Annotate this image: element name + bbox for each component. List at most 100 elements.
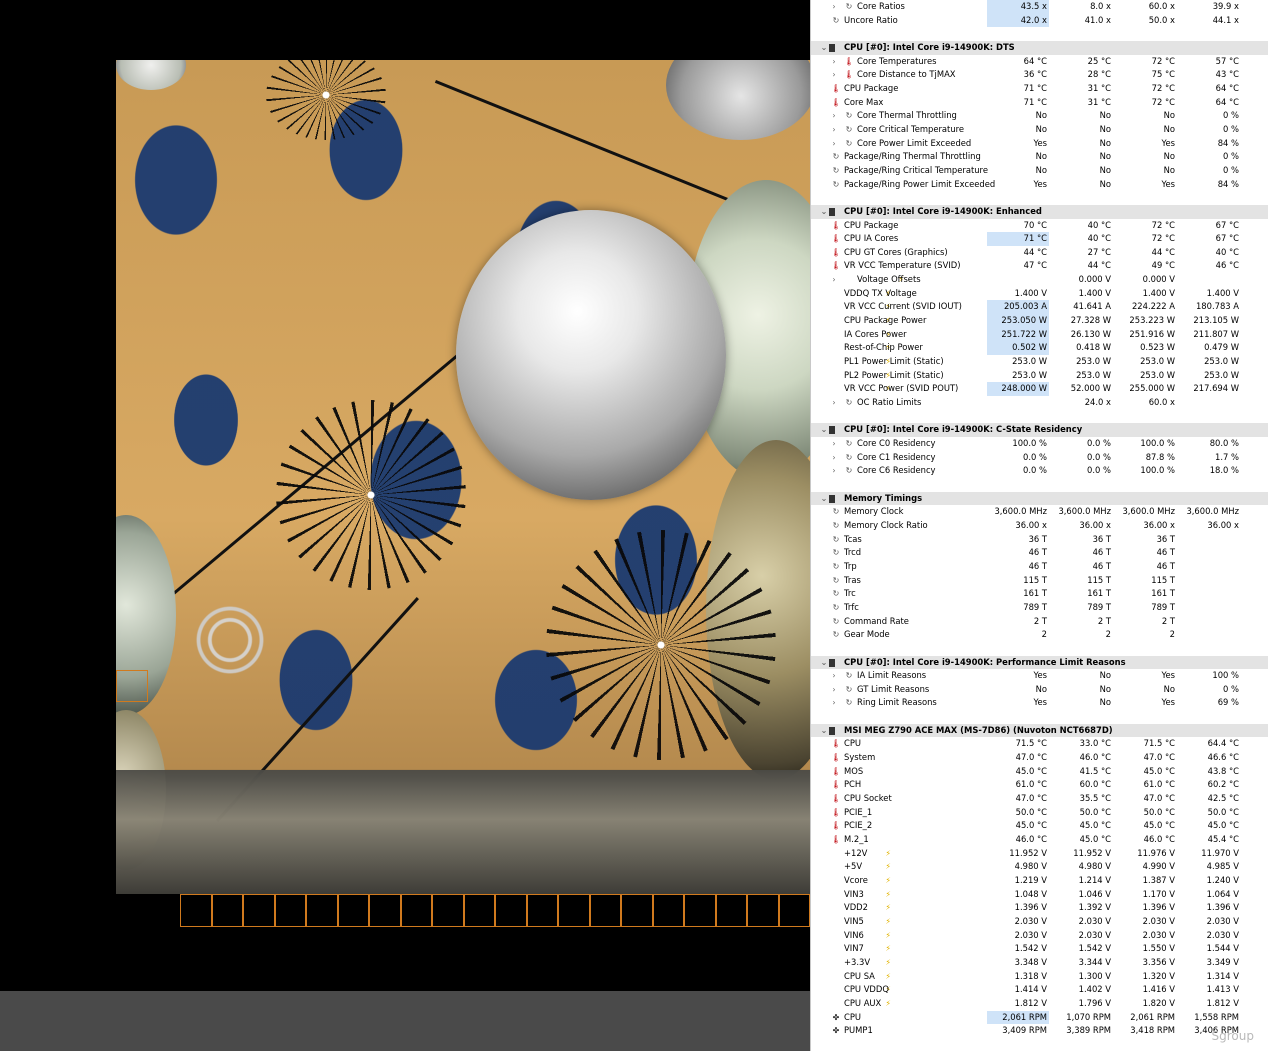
- sensor-row[interactable]: › 🌡 Core Temperatures 64 °C 25 °C 72 °C 57 °C: [811, 55, 1268, 69]
- sensor-group-header[interactable]: ⌄ CPU [#0]: Intel Core i9-14900K: DTS: [811, 40, 1268, 55]
- sensor-row[interactable]: ⚡ CPU Package Power 253.050 W 27.328 W 253.2…: [811, 314, 1268, 328]
- sensor-row[interactable]: ⚡ VDDQ TX Voltage 1.400 V 1.400 V 1.400 V 1.4…: [811, 287, 1268, 301]
- expand-chevron-icon[interactable]: ›: [829, 55, 839, 69]
- sensor-row[interactable]: › ↻ Core Power Limit Exceeded Yes No Yes 84 %: [811, 137, 1268, 151]
- expand-chevron-icon[interactable]: ›: [829, 683, 839, 697]
- sensor-row[interactable]: ⚡ PL1 Power Limit (Static) 253.0 W 253.0 W2…: [811, 355, 1268, 369]
- sensor-row[interactable]: ↻ Package/Ring Critical Temperature No No No…: [811, 164, 1268, 178]
- sensor-row[interactable]: ↻ Package/Ring Thermal Throttling No No No 0 …: [811, 150, 1268, 164]
- average-value: 100 %: [1212, 670, 1239, 681]
- average-value: 42.5 °C: [1207, 793, 1239, 804]
- expand-chevron-icon[interactable]: ›: [829, 0, 839, 14]
- average-value: 40 °C: [1215, 246, 1239, 257]
- sensor-row[interactable]: ↻ Trp 46 T 46 T 46 T: [811, 560, 1268, 574]
- sensor-label: M.2_1: [844, 834, 869, 845]
- collapse-icon[interactable]: ⌄: [819, 492, 829, 506]
- sensor-row[interactable]: ⚡ IA Cores Power 251.722 W 26.130 W 251.916 …: [811, 327, 1268, 342]
- current-value: 789 T: [1023, 601, 1047, 612]
- sensor-row[interactable]: ✤ PUMP1 3,409 RPM 3,389 RPM 3,418 RPM 3,406 R…: [811, 1024, 1268, 1038]
- sensor-row[interactable]: › ↻ Core Thermal Throttling No No No 0 %: [811, 109, 1268, 123]
- sensor-row[interactable]: 🌡 M.2_1 46.0 °C 45.0 °C 46.0 °C 45.4 °C: [811, 833, 1268, 847]
- sensor-row[interactable]: › ↻ Ring Limit Reasons Yes No Yes 69 %: [811, 696, 1268, 710]
- sensor-row[interactable]: ⚡ CPU AUX 1.812 V 1.796 V 1.820 V 1.812 V: [811, 997, 1268, 1011]
- sensor-row[interactable]: ↻ Uncore Ratio 42.0 x 41.0 x 50.0 x 44.1 x: [811, 13, 1268, 28]
- sensor-row[interactable]: 🌡 CPU IA Cores 71 °C 40 °C 72 °C 67 °C: [811, 232, 1268, 246]
- sensor-row[interactable]: ↻ Memory Clock Ratio 36.00 x 36.00 x 36.00 x…: [811, 519, 1268, 533]
- sensor-row[interactable]: › ↻ Core Critical Temperature No No No 0 %: [811, 123, 1268, 137]
- sensor-row[interactable]: ⚡ CPU VDDQ 1.414 V 1.402 V 1.416 V 1.413 V: [811, 983, 1268, 997]
- expand-chevron-icon[interactable]: ›: [829, 273, 839, 287]
- sensor-row[interactable]: 🌡 MOS 45.0 °C 41.5 °C 45.0 °C 43.8 °C: [811, 765, 1268, 779]
- sensor-row[interactable]: ⚡ Rest-of-Chip Power 0.502 W 0.418 W 0.523 W…: [811, 341, 1268, 356]
- sensor-row[interactable]: ⚡ VR VCC Power (SVID POUT) 248.000 W 52.000…: [811, 382, 1268, 397]
- expand-chevron-icon[interactable]: ›: [829, 137, 839, 151]
- expand-chevron-icon[interactable]: ›: [829, 696, 839, 710]
- expand-chevron-icon[interactable]: ›: [829, 68, 839, 82]
- sensor-row[interactable]: ⚡ +5V 4.980 V 4.980 V 4.990 V 4.985 V: [811, 860, 1268, 874]
- average-value: 60.2 °C: [1207, 779, 1239, 790]
- sensor-row[interactable]: 🌡 PCIE_2 45.0 °C 45.0 °C 45.0 °C 45.0 °C: [811, 819, 1268, 833]
- sensor-row[interactable]: ⚡ +12V 11.952 V 11.952 V 11.976 V 11.970 V: [811, 847, 1268, 861]
- expand-chevron-icon[interactable]: ›: [829, 437, 839, 451]
- sensor-row[interactable]: › ↻ Core C1 Residency 0.0 % 0.0 % 87.8 % 1.7 %: [811, 451, 1268, 465]
- sensor-row[interactable]: ⚡ VDD2 1.396 V 1.392 V 1.396 V 1.396 V: [811, 901, 1268, 915]
- expand-chevron-icon[interactable]: ›: [829, 451, 839, 465]
- collapse-icon[interactable]: ⌄: [819, 656, 829, 670]
- collapse-icon[interactable]: ⌄: [819, 41, 829, 55]
- sensor-row[interactable]: 🌡 VR VCC Temperature (SVID) 47 °C 44 °C 49 °…: [811, 259, 1268, 273]
- sensor-row[interactable]: ↻ Package/Ring Power Limit Exceeded Yes No Y…: [811, 178, 1268, 192]
- sensor-row[interactable]: › ↻ IA Limit Reasons Yes No Yes 100 %: [811, 669, 1268, 683]
- hwinfo-sensor-panel[interactable]: › ↻ Core Ratios 43.5 x 8.0 x 60.0 x 39.9 x ↻ Unc…: [810, 0, 1268, 1051]
- sensor-group-header[interactable]: ⌄ CPU [#0]: Intel Core i9-14900K: Enhance…: [811, 204, 1268, 219]
- expand-chevron-icon[interactable]: ›: [829, 669, 839, 683]
- collapse-icon[interactable]: ⌄: [819, 724, 829, 738]
- sensor-row[interactable]: 🌡 PCIE_1 50.0 °C 50.0 °C 50.0 °C 50.0 °C: [811, 806, 1268, 820]
- sensor-row[interactable]: › ↻ Core C6 Residency 0.0 % 0.0 % 100.0 % 18.0…: [811, 464, 1268, 478]
- sensor-row[interactable]: ⚡ VIN5 2.030 V 2.030 V 2.030 V 2.030 V: [811, 915, 1268, 929]
- sensor-row[interactable]: ↻ Tcas 36 T 36 T 36 T: [811, 533, 1268, 547]
- sensor-row[interactable]: 🌡 CPU Package 71 °C 31 °C 72 °C 64 °C: [811, 82, 1268, 96]
- sensor-row[interactable]: ⚡ VIN6 2.030 V 2.030 V 2.030 V 2.030 V: [811, 929, 1268, 943]
- sensor-row[interactable]: 🌡 CPU GT Cores (Graphics) 44 °C 27 °C 44 °C 4…: [811, 246, 1268, 260]
- sensor-row[interactable]: 🌡 Core Max 71 °C 31 °C 72 °C 64 °C: [811, 96, 1268, 110]
- expand-chevron-icon[interactable]: ›: [829, 109, 839, 123]
- sensor-row[interactable]: ⚡ PL2 Power Limit (Static) 253.0 W 253.0 W2…: [811, 369, 1268, 383]
- sensor-row[interactable]: ↻ Command Rate 2 T 2 T 2 T: [811, 615, 1268, 629]
- sensor-row[interactable]: ✤ CPU 2,061 RPM 1,070 RPM 2,061 RPM 1,558 RPM: [811, 1010, 1268, 1025]
- sensor-row[interactable]: ↻ Trc 161 T 161 T 161 T: [811, 587, 1268, 601]
- minimum-value: 0.0 %: [1087, 451, 1111, 462]
- sensor-row[interactable]: › ↻ OC Ratio Limits 24.0 x 60.0 x: [811, 396, 1268, 410]
- sensor-row[interactable]: ⚡ CPU SA 1.318 V 1.300 V 1.320 V 1.314 V: [811, 970, 1268, 984]
- sensor-row[interactable]: ↻ Trfc 789 T 789 T 789 T: [811, 601, 1268, 615]
- sensor-row[interactable]: ⚡ VIN3 1.048 V 1.046 V 1.170 V 1.064 V: [811, 888, 1268, 902]
- expand-chevron-icon[interactable]: ›: [829, 464, 839, 478]
- sensor-row[interactable]: › ↻ Core Ratios 43.5 x 8.0 x 60.0 x 39.9 x: [811, 0, 1268, 14]
- sensor-row[interactable]: › ↻ Core C0 Residency 100.0 % 0.0 % 100.0 % 80…: [811, 437, 1268, 451]
- sensor-group-header[interactable]: ⌄ MSI MEG Z790 ACE MAX (MS-7D86) (Nuvoton…: [811, 723, 1268, 738]
- sensor-group-header[interactable]: ⌄ CPU [#0]: Intel Core i9-14900K: Perform…: [811, 655, 1268, 670]
- minimum-value: 44 °C: [1087, 260, 1111, 271]
- collapse-icon[interactable]: ⌄: [819, 205, 829, 219]
- sensor-row[interactable]: 🌡 CPU Package 70 °C 40 °C 72 °C 67 °C: [811, 219, 1268, 233]
- sensor-row[interactable]: ⚡ +3.3V 3.348 V 3.344 V 3.356 V 3.349 V: [811, 956, 1268, 970]
- sensor-group-header[interactable]: ⌄ Memory Timings: [811, 491, 1268, 506]
- sensor-row[interactable]: ⚡ VR VCC Current (SVID IOUT) 205.003 A 41.6…: [811, 300, 1268, 315]
- sensor-row[interactable]: 🌡 System 47.0 °C 46.0 °C 47.0 °C 46.6 °C: [811, 751, 1268, 765]
- sensor-row[interactable]: › ↻ GT Limit Reasons No No No 0 %: [811, 683, 1268, 697]
- sensor-row[interactable]: ↻ Trcd 46 T 46 T 46 T: [811, 546, 1268, 560]
- expand-chevron-icon[interactable]: ›: [829, 396, 839, 410]
- sensor-group-header[interactable]: ⌄ CPU [#0]: Intel Core i9-14900K: C-State…: [811, 423, 1268, 437]
- sensor-row[interactable]: › ⚡ Voltage Offsets 0.000 V 0.000 V: [811, 273, 1268, 287]
- sensor-row[interactable]: 🌡 CPU 71.5 °C 33.0 °C 71.5 °C 64.4 °C: [811, 737, 1268, 751]
- sensor-row[interactable]: ↻ Tras 115 T 115 T 115 T: [811, 574, 1268, 588]
- sensor-row[interactable]: 🌡 PCH 61.0 °C 60.0 °C 61.0 °C 60.2 °C: [811, 778, 1268, 792]
- expand-chevron-icon[interactable]: ›: [829, 123, 839, 137]
- sensor-row[interactable]: ⚡ VIN7 1.542 V 1.542 V 1.550 V 1.544 V: [811, 942, 1268, 956]
- sensor-row[interactable]: ↻ Gear Mode 2 2 2: [811, 628, 1268, 642]
- sensor-row[interactable]: 🌡 CPU Socket 47.0 °C 35.5 °C 47.0 °C 42.5 °C: [811, 792, 1268, 806]
- sensor-row[interactable]: ⚡ Vcore 1.219 V 1.214 V 1.387 V 1.240 V: [811, 874, 1268, 888]
- sensor-row[interactable]: › 🌡 Core Distance to TjMAX 36 °C 28 °C 75 °C 4…: [811, 68, 1268, 82]
- clock-icon: ↻: [832, 602, 840, 612]
- collapse-icon[interactable]: ⌄: [819, 423, 829, 437]
- sensor-row[interactable]: ↻ Memory Clock 3,600.0 MHz 3,600.0 MHz 3,600…: [811, 505, 1268, 519]
